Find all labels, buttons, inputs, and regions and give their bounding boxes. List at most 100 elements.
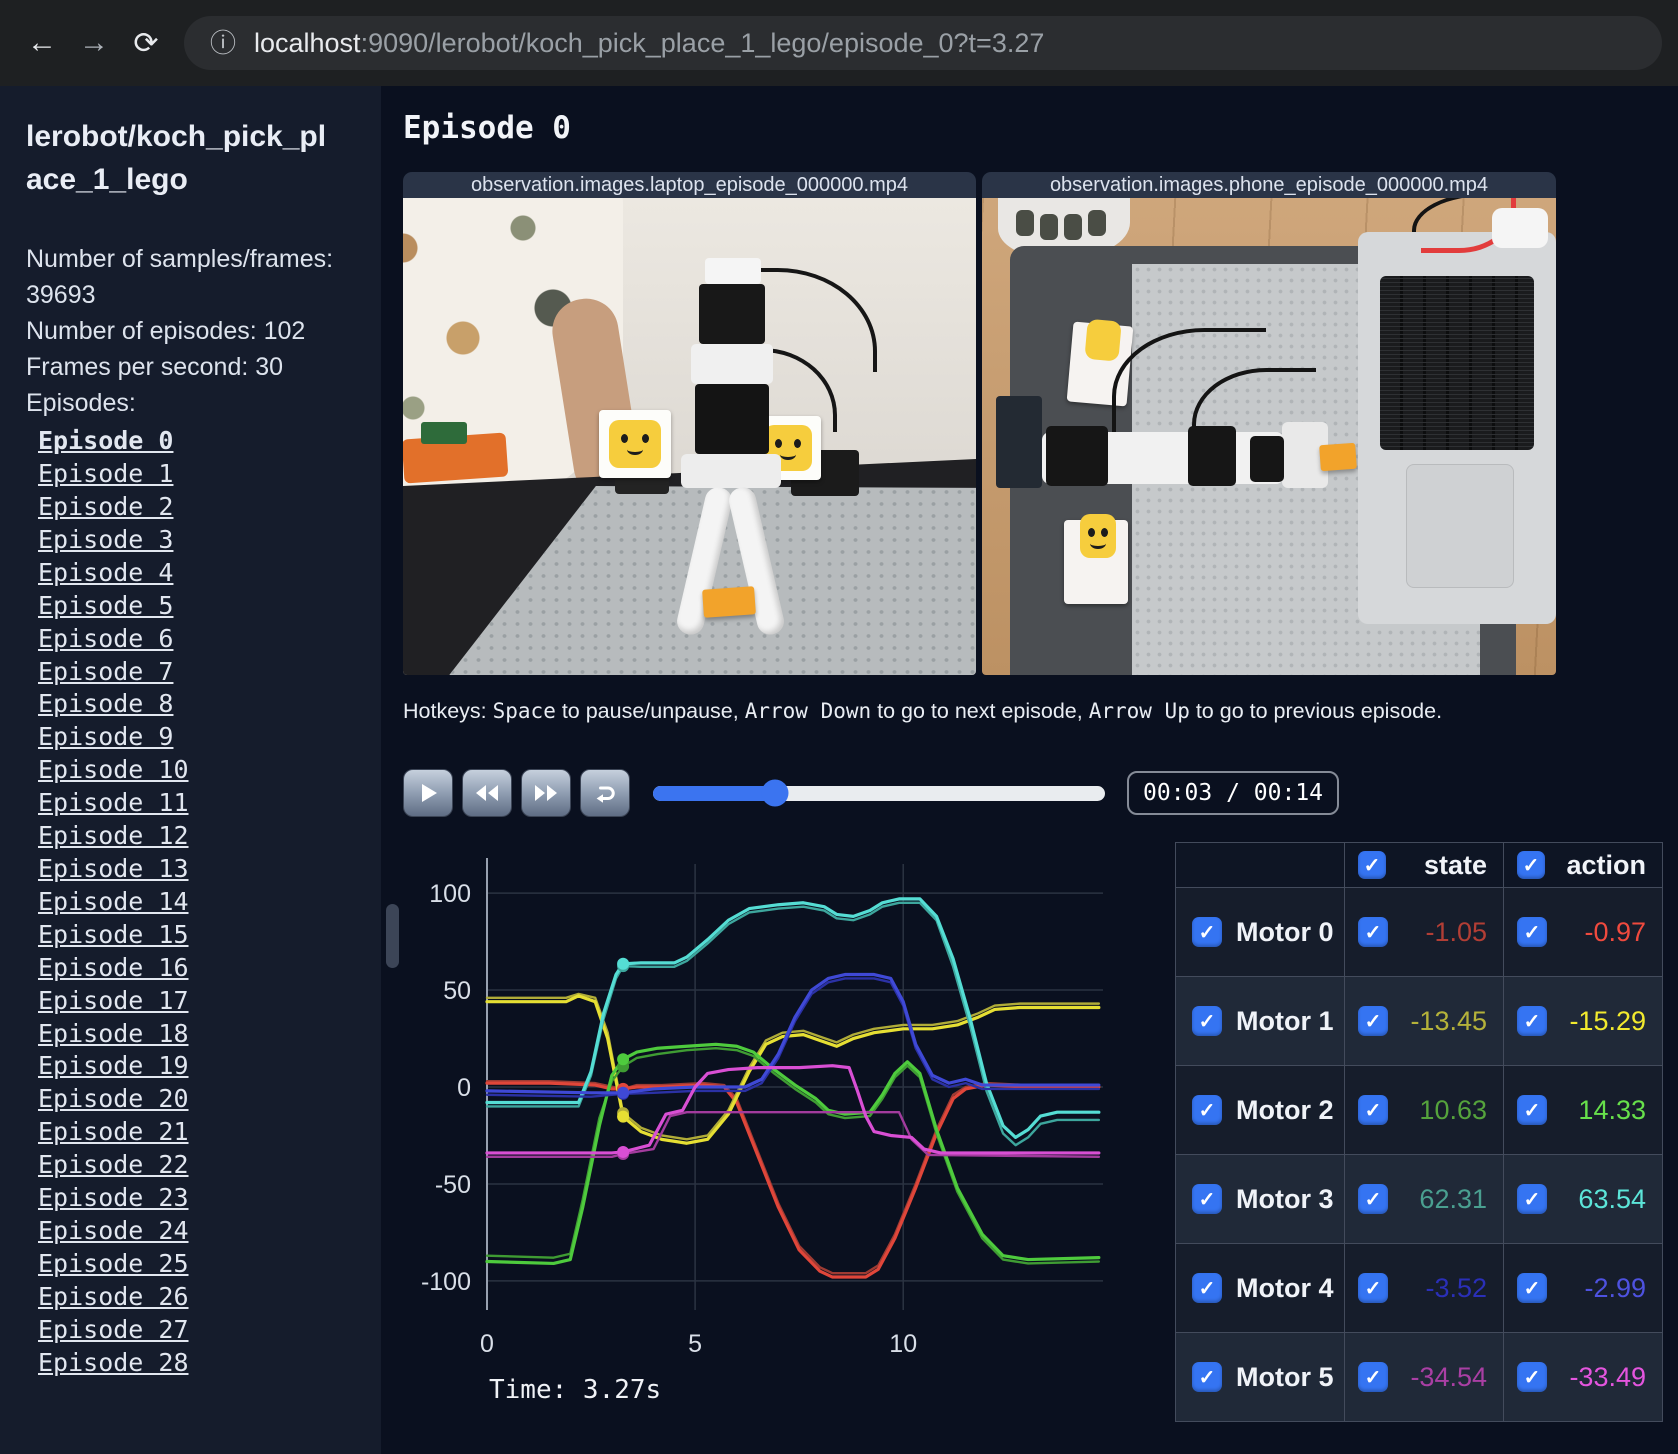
video-phone[interactable] <box>982 198 1556 675</box>
episode-link[interactable]: Episode 26 <box>38 1281 189 1314</box>
episode-link[interactable]: Episode 22 <box>38 1149 189 1182</box>
episode-link[interactable]: Episode 14 <box>38 886 189 919</box>
checkbox[interactable]: ✓ <box>1517 1184 1547 1214</box>
main-content: Episode 0 observation.images.laptop_epis… <box>381 86 1678 1454</box>
episode-link[interactable]: Episode 1 <box>38 458 173 491</box>
episode-link[interactable]: Episode 8 <box>38 688 173 721</box>
episode-link[interactable]: Episode 12 <box>38 820 189 853</box>
episode-link[interactable]: Episode 21 <box>38 1116 189 1149</box>
laptop-trackpad <box>1406 464 1514 588</box>
checkbox[interactable]: ✓ <box>1517 851 1545 879</box>
episode-link[interactable]: Episode 24 <box>38 1215 189 1248</box>
checkbox[interactable]: ✓ <box>1358 1006 1388 1036</box>
loop-button[interactable] <box>580 769 630 817</box>
episode-link[interactable]: Episode 11 <box>38 787 189 820</box>
episode-heading: Episode 0 <box>403 110 571 146</box>
table-row: ✓ Motor 5 ✓ -34.54 ✓ -33.49 <box>1175 1332 1663 1422</box>
sticker-icon <box>1080 514 1116 558</box>
chart-canvas: 100 50 0 -50 -100 0 5 10 <box>421 858 1103 1358</box>
checkbox[interactable]: ✓ <box>1358 1184 1388 1214</box>
svg-text:-50: -50 <box>435 1171 471 1199</box>
episode-link[interactable]: Episode 6 <box>38 623 173 656</box>
site-info-icon[interactable]: ⓘ <box>208 28 238 58</box>
checkbox[interactable]: ✓ <box>1517 1095 1547 1125</box>
bottom-row: 100 50 0 -50 -100 0 5 10 Time: 3.27s ✓ state ✓ act… <box>403 834 1663 1422</box>
episode-link[interactable]: Episode 25 <box>38 1248 189 1281</box>
episode-link[interactable]: Episode 15 <box>38 919 189 952</box>
episode-link[interactable]: Episode 2 <box>38 491 173 524</box>
checkbox[interactable]: ✓ <box>1358 1273 1388 1303</box>
play-button[interactable] <box>403 769 453 817</box>
rewind-button[interactable] <box>462 769 512 817</box>
svg-text:0: 0 <box>480 1330 494 1354</box>
episode-link[interactable]: Episode 16 <box>38 952 189 985</box>
seek-slider[interactable] <box>653 779 1105 807</box>
address-bar[interactable]: ⓘ localhost:9090/lerobot/koch_pick_place… <box>184 16 1662 70</box>
table-row: ✓ Motor 3 ✓ 62.31 ✓ 63.54 <box>1175 1154 1663 1244</box>
episode-link[interactable]: Episode 10 <box>38 754 189 787</box>
sidebar-scrollbar-thumb[interactable] <box>386 904 399 968</box>
checkbox[interactable]: ✓ <box>1517 917 1547 947</box>
stat-samples: Number of samples/frames: 39693 <box>26 245 334 310</box>
stat-episodes: Number of episodes: 102 <box>26 317 306 346</box>
robot-shoulder <box>681 454 781 488</box>
checkbox[interactable]: ✓ <box>1358 1095 1388 1125</box>
stat-fps: Frames per second: 30 <box>26 353 284 382</box>
circuit-board <box>421 422 467 444</box>
episode-link[interactable]: Episode 4 <box>38 557 173 590</box>
electronics <box>996 396 1042 488</box>
episode-link[interactable]: Episode 28 <box>38 1347 189 1380</box>
checkbox[interactable]: ✓ <box>1517 1362 1547 1392</box>
motor-table: ✓ state ✓ action ✓ Motor 0 ✓ -1.05 ✓ -0.97 ✓ Motor … <box>1175 842 1663 1422</box>
checkbox[interactable]: ✓ <box>1192 1362 1222 1392</box>
robot-motor <box>1046 426 1108 486</box>
checkbox[interactable]: ✓ <box>1358 917 1388 947</box>
fast-forward-button[interactable] <box>521 769 571 817</box>
episode-link[interactable]: Episode 23 <box>38 1182 189 1215</box>
action-value: 63.54 <box>1578 1183 1646 1214</box>
video-laptop[interactable] <box>403 198 976 675</box>
checkbox[interactable]: ✓ <box>1192 917 1222 947</box>
hotkeys-prefix: Hotkeys: <box>403 699 493 723</box>
motor-label: Motor 4 <box>1236 1272 1334 1303</box>
video-panel-laptop: observation.images.laptop_episode_000000… <box>403 172 976 675</box>
motor-label: Motor 0 <box>1236 916 1334 947</box>
episode-link[interactable]: Episode 3 <box>38 524 173 557</box>
motor-chart[interactable]: 100 50 0 -50 -100 0 5 10 Time: 3.27s <box>403 834 1119 1422</box>
state-value: -3.52 <box>1425 1272 1487 1303</box>
state-value: -34.54 <box>1410 1361 1487 1392</box>
episode-link[interactable]: Episode 13 <box>38 853 189 886</box>
checkbox[interactable]: ✓ <box>1517 1006 1547 1036</box>
episode-link[interactable]: Episode 0 <box>38 425 173 458</box>
hotkeys-mid2: to go to next episode, <box>871 699 1089 723</box>
episode-link[interactable]: Episode 9 <box>38 721 173 754</box>
reload-icon[interactable]: ⟳ <box>120 17 172 69</box>
table-row: ✓ Motor 4 ✓ -3.52 ✓ -2.99 <box>1175 1243 1663 1333</box>
episode-link[interactable]: Episode 5 <box>38 590 173 623</box>
checkbox[interactable]: ✓ <box>1192 1184 1222 1214</box>
checkbox[interactable]: ✓ <box>1192 1273 1222 1303</box>
video-title-laptop: observation.images.laptop_episode_000000… <box>403 172 976 198</box>
episode-link[interactable]: Episode 27 <box>38 1314 189 1347</box>
episode-link[interactable]: Episode 20 <box>38 1083 189 1116</box>
time-display: 00:03 / 00:14 <box>1127 771 1340 815</box>
episode-link[interactable]: Episode 19 <box>38 1050 189 1083</box>
checkbox[interactable]: ✓ <box>1358 1362 1388 1392</box>
seek-slider-thumb[interactable] <box>761 779 789 807</box>
hotkeys-mid1: to pause/unpause, <box>555 699 745 723</box>
checkbox[interactable]: ✓ <box>1517 1273 1547 1303</box>
back-icon[interactable]: ← <box>16 17 68 69</box>
checkbox[interactable]: ✓ <box>1192 1006 1222 1036</box>
motor-label: Motor 2 <box>1236 1094 1334 1125</box>
episode-link[interactable]: Episode 7 <box>38 656 173 689</box>
state-value: -1.05 <box>1425 916 1487 947</box>
checkbox[interactable]: ✓ <box>1192 1095 1222 1125</box>
episode-link[interactable]: Episode 18 <box>38 1018 189 1051</box>
episode-link[interactable]: Episode 17 <box>38 985 189 1018</box>
episode-list: Episode 0 Episode 1 Episode 2 Episode 3 Epis… <box>26 425 359 1379</box>
robot-wrist-motor <box>1250 436 1284 482</box>
chart-time-label: Time: 3.27s <box>489 1375 662 1405</box>
checkbox[interactable]: ✓ <box>1358 851 1386 879</box>
column-header-state: state <box>1423 849 1487 880</box>
forward-icon[interactable]: → <box>68 17 120 69</box>
